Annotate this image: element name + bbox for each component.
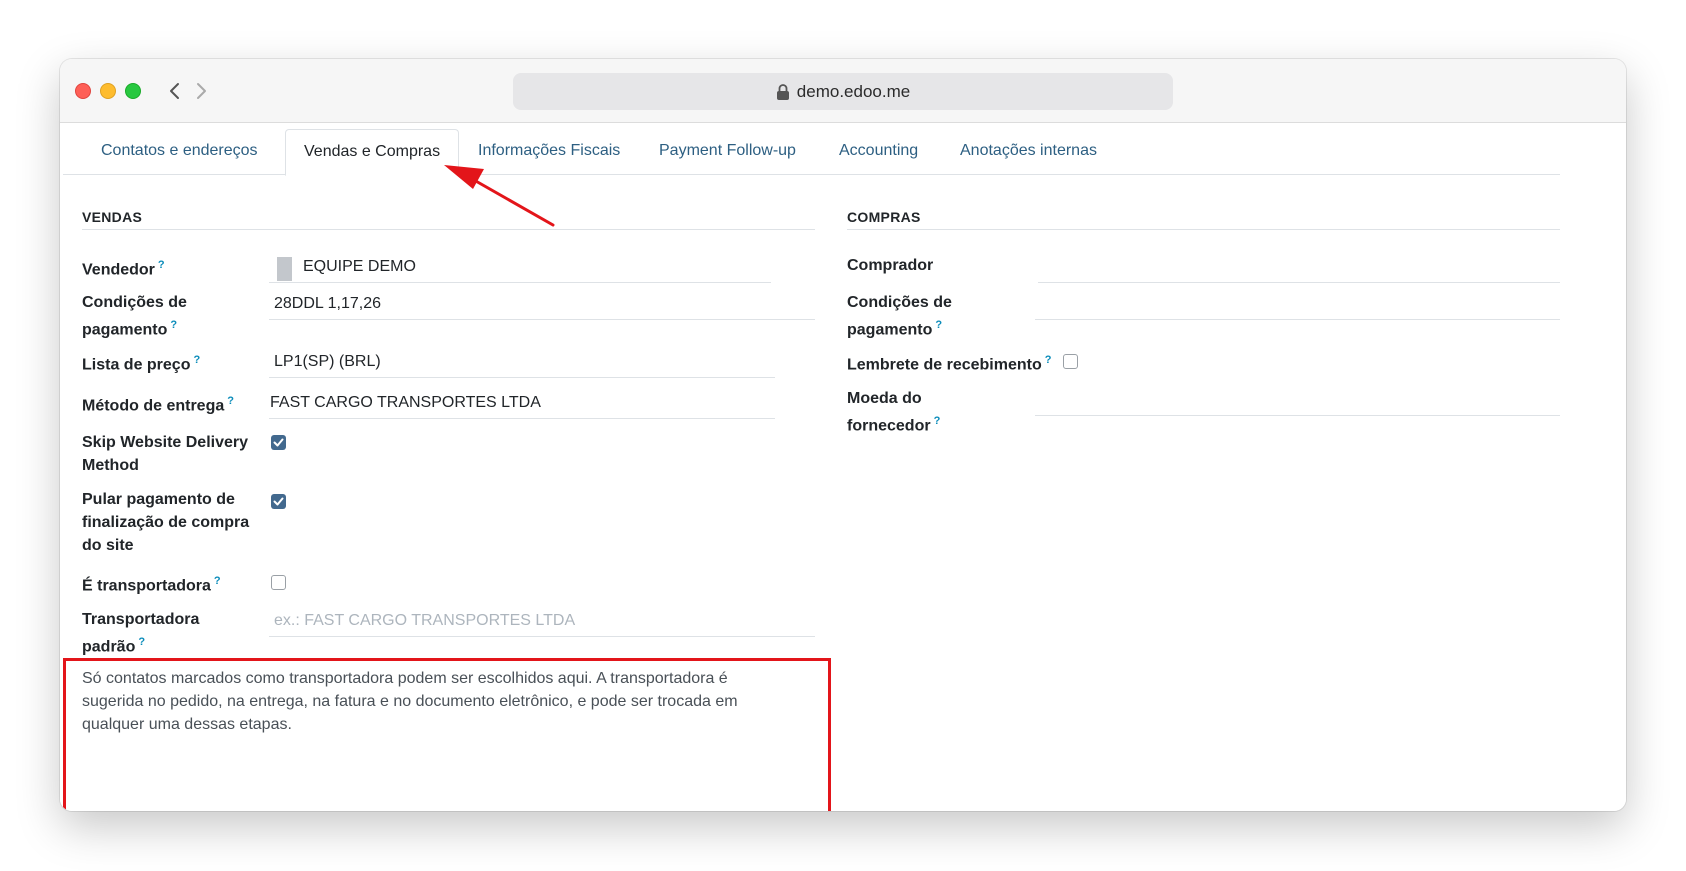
browser-window: demo.edoo.me Contatos e endereços Vendas…: [60, 59, 1626, 811]
vendas-section-title: VENDAS: [82, 209, 815, 230]
transportadora-padrao-label: Transportadora padrão?: [82, 611, 200, 656]
checkmark-icon: [273, 497, 284, 506]
moeda-label: Moeda do fornecedor?: [847, 390, 941, 435]
highlight-box: [63, 658, 831, 811]
compras-condicoes-field[interactable]: [1035, 290, 1560, 320]
lista-preco-label: Lista de preço?: [82, 354, 201, 374]
tab-payment-followup[interactable]: Payment Follow-up: [659, 129, 796, 175]
lembrete-checkbox[interactable]: [1063, 354, 1078, 369]
address-bar[interactable]: demo.edoo.me: [513, 73, 1173, 110]
browser-titlebar: demo.edoo.me: [60, 59, 1626, 123]
maximize-window-button[interactable]: [125, 83, 141, 99]
help-icon[interactable]: ?: [138, 636, 145, 648]
help-icon[interactable]: ?: [158, 259, 165, 271]
checkmark-icon: [273, 438, 284, 447]
transportadora-padrao-input[interactable]: ex.: FAST CARGO TRANSPORTES LTDA: [269, 607, 815, 637]
lock-icon: [776, 83, 789, 100]
vendedor-field[interactable]: EQUIPE DEMO: [269, 253, 771, 283]
e-transportadora-checkbox[interactable]: [271, 575, 286, 590]
pular-pagamento-checkbox[interactable]: [271, 494, 286, 509]
compras-section-title: COMPRAS: [847, 209, 1560, 230]
tab-vendas-compras[interactable]: Vendas e Compras: [285, 129, 460, 176]
vendas-condicoes-field[interactable]: 28DDL 1,17,26: [269, 290, 815, 320]
metodo-entrega-field[interactable]: FAST CARGO TRANSPORTES LTDA: [269, 389, 775, 419]
close-window-button[interactable]: [75, 83, 91, 99]
tab-informacoes-fiscais[interactable]: Informações Fiscais: [478, 129, 620, 175]
help-icon[interactable]: ?: [227, 395, 234, 407]
comprador-field[interactable]: [1038, 253, 1560, 283]
tab-anotacoes-internas[interactable]: Anotações internas: [960, 129, 1097, 175]
comprador-label: Comprador: [847, 257, 934, 274]
tab-accounting[interactable]: Accounting: [839, 129, 918, 175]
skip-delivery-label: Skip Website Delivery Method: [82, 434, 248, 474]
vendas-condicoes-label: Condições de pagamento?: [82, 294, 187, 339]
vendedor-label: Vendedor?: [82, 259, 165, 279]
vendedor-value: EQUIPE DEMO: [303, 258, 416, 275]
pular-pagamento-label: Pular pagamento de finalização de compra d…: [82, 491, 250, 554]
lista-preco-field[interactable]: LP1(SP) (BRL): [269, 348, 775, 378]
help-icon[interactable]: ?: [934, 415, 941, 427]
tab-bar: Contatos e endereços Vendas e Compras In…: [63, 123, 1560, 176]
help-icon[interactable]: ?: [935, 319, 942, 331]
compras-condicoes-label: Condições de pagamento?: [847, 294, 952, 339]
url-text: demo.edoo.me: [796, 81, 911, 101]
e-transportadora-label: É transportadora?: [82, 575, 221, 595]
skip-delivery-checkbox[interactable]: [271, 435, 286, 450]
help-icon[interactable]: ?: [193, 354, 200, 366]
avatar-icon: [277, 257, 292, 281]
help-icon[interactable]: ?: [214, 575, 221, 587]
form-content: Contatos e endereços Vendas e Compras In…: [60, 123, 1626, 811]
minimize-window-button[interactable]: [100, 83, 116, 99]
metodo-entrega-label: Método de entrega?: [82, 395, 234, 415]
moeda-field[interactable]: [1035, 386, 1560, 416]
lembrete-label: Lembrete de recebimento?: [847, 354, 1052, 374]
forward-arrow-icon[interactable]: [190, 79, 212, 103]
help-icon[interactable]: ?: [1045, 354, 1052, 366]
tab-contatos[interactable]: Contatos e endereços: [101, 129, 258, 175]
help-icon[interactable]: ?: [170, 319, 177, 331]
back-arrow-icon[interactable]: [164, 79, 186, 103]
